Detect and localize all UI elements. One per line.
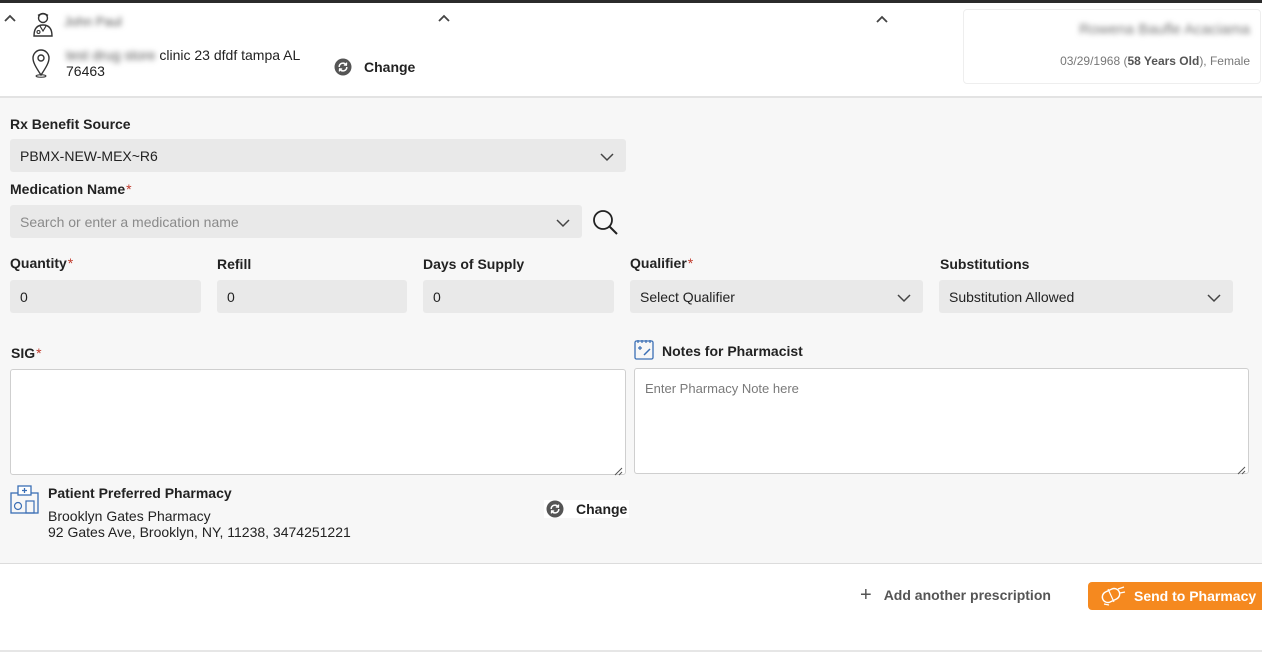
- patient-dob: 03/29/1968: [1060, 54, 1121, 68]
- notes-placeholder: Enter Pharmacy Note here: [645, 381, 799, 396]
- patient-age: 58 Years Old: [1127, 54, 1200, 68]
- patient-card: Rowena Baufle Acaciama 03/29/1968 (58 Ye…: [963, 9, 1261, 84]
- chevron-down-icon: [600, 149, 614, 162]
- sig-label-text: SIG: [11, 345, 36, 361]
- medication-placeholder: Search or enter a medication name: [20, 213, 239, 230]
- quantity-label-text: Quantity: [10, 255, 67, 271]
- refresh-icon: [334, 58, 352, 76]
- refresh-icon: [546, 500, 564, 518]
- add-prescription-label: Add another prescription: [883, 587, 1051, 603]
- required-mark: *: [36, 345, 42, 361]
- send-to-pharmacy-button[interactable]: Send to Pharmacy: [1088, 582, 1262, 610]
- notes-icon: [634, 339, 654, 360]
- sig-textarea[interactable]: [10, 369, 626, 476]
- benefit-source-label: Rx Benefit Source: [10, 116, 131, 132]
- change-pharmacy-label: Change: [576, 501, 628, 517]
- notes-textarea[interactable]: Enter Pharmacy Note here: [634, 368, 1249, 475]
- chevron-up-icon[interactable]: [436, 10, 452, 26]
- quantity-label: Quantity*: [10, 255, 73, 271]
- required-mark: *: [67, 255, 74, 271]
- medication-label-text: Medication Name: [10, 181, 126, 197]
- substitutions-label: Substitutions: [940, 256, 1030, 272]
- clinic-address: test drug store clinic 23 dfdf tampa AL …: [66, 47, 326, 79]
- resize-handle-icon[interactable]: [1237, 462, 1246, 475]
- benefit-source-value: PBMX-NEW-MEX~R6: [20, 147, 158, 164]
- qualifier-select[interactable]: Select Qualifier: [630, 280, 923, 313]
- prescription-header: John Paul test drug store clinic 23 dfdf…: [0, 3, 1262, 93]
- medication-label: Medication Name*: [10, 181, 132, 197]
- chevron-up-icon[interactable]: [2, 10, 18, 26]
- send-to-pharmacy-label: Send to Pharmacy: [1134, 588, 1257, 604]
- bottom-border: [0, 650, 1262, 652]
- quantity-input[interactable]: 0: [10, 280, 201, 313]
- location-pin-icon: [30, 48, 52, 78]
- notes-label: Notes for Pharmacist: [662, 343, 803, 359]
- medication-search-input[interactable]: Search or enter a medication name: [10, 205, 582, 238]
- patient-info: 03/29/1968 (58 Years Old), Female: [1060, 54, 1250, 68]
- chevron-down-icon: [1207, 290, 1221, 303]
- pharmacy-icon: [10, 485, 39, 514]
- days-supply-input[interactable]: 0: [423, 280, 614, 313]
- substitutions-value: Substitution Allowed: [949, 288, 1075, 305]
- qualifier-label-text: Qualifier: [630, 255, 687, 271]
- send-pill-icon: [1100, 585, 1126, 607]
- resize-handle-icon[interactable]: [614, 463, 623, 476]
- plus-icon: +: [860, 584, 872, 606]
- chevron-down-icon: [556, 215, 570, 228]
- pharmacy-address: 92 Gates Ave, Brooklyn, NY, 11238, 34742…: [48, 524, 351, 540]
- qualifier-label: Qualifier*: [630, 255, 693, 271]
- change-pharmacy-button[interactable]: Change: [544, 500, 630, 518]
- days-supply-value: 0: [433, 288, 441, 305]
- qualifier-value: Select Qualifier: [640, 288, 735, 305]
- required-mark: *: [126, 181, 132, 197]
- pharmacy-name: Brooklyn Gates Pharmacy: [48, 508, 211, 524]
- provider-name: John Paul: [64, 14, 122, 29]
- pharmacy-label: Patient Preferred Pharmacy: [48, 485, 232, 501]
- change-location-label: Change: [364, 59, 416, 75]
- sig-label: SIG*: [11, 345, 42, 361]
- substitutions-select[interactable]: Substitution Allowed: [939, 280, 1233, 313]
- clinic-name: test drug store: [66, 47, 156, 63]
- chevron-down-icon: [897, 290, 911, 303]
- doctor-icon: [30, 11, 56, 37]
- quantity-value: 0: [20, 288, 28, 305]
- benefit-source-select[interactable]: PBMX-NEW-MEX~R6: [10, 139, 626, 172]
- refill-label: Refill: [217, 256, 252, 272]
- required-mark: *: [687, 255, 694, 271]
- add-prescription-button[interactable]: + Add another prescription: [860, 584, 1051, 606]
- days-supply-label: Days of Supply: [423, 256, 525, 272]
- search-icon[interactable]: [590, 207, 620, 237]
- patient-sex: ), Female: [1199, 54, 1250, 68]
- refill-input[interactable]: 0: [217, 280, 407, 313]
- change-location-button[interactable]: Change: [334, 58, 415, 76]
- refill-value: 0: [227, 288, 235, 305]
- patient-name: Rowena Baufle Acaciama: [1079, 21, 1250, 38]
- chevron-up-icon[interactable]: [874, 11, 890, 27]
